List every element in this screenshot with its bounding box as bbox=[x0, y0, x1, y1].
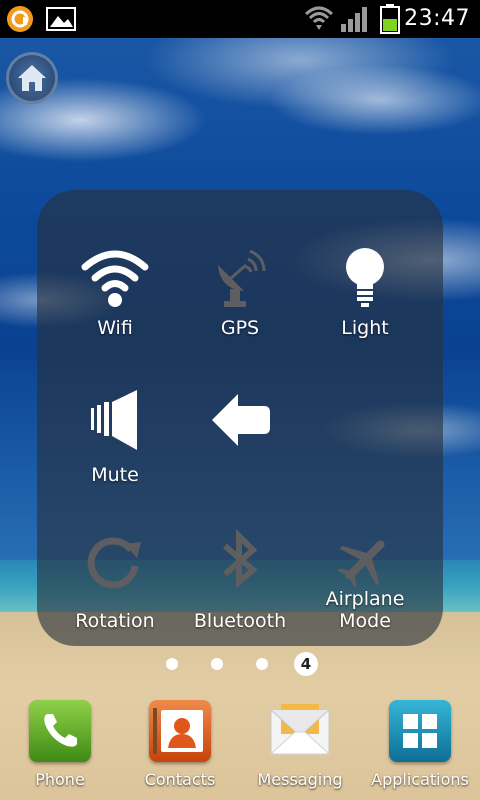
dock-applications-label: Applications bbox=[371, 770, 469, 789]
apps-grid-icon bbox=[389, 700, 451, 762]
dock-messaging[interactable]: Messaging bbox=[250, 700, 350, 789]
dock-applications[interactable]: Applications bbox=[370, 700, 470, 789]
dock-contacts[interactable]: Contacts bbox=[130, 700, 230, 789]
notification-app-icon[interactable] bbox=[6, 5, 34, 37]
airplane-mode-label: Airplane Mode bbox=[325, 588, 405, 632]
quick-settings-panel: Wifi GPS Light Mute Rotation Bluetooth A… bbox=[37, 190, 443, 646]
page-dot-3[interactable] bbox=[256, 658, 268, 670]
status-clock: 23:47 bbox=[404, 6, 470, 31]
wifi-label: Wifi bbox=[97, 317, 133, 339]
rotation-toggle[interactable]: Rotation bbox=[50, 530, 180, 632]
gps-toggle[interactable]: GPS bbox=[175, 245, 305, 339]
phone-icon bbox=[29, 700, 91, 762]
dock-phone-label: Phone bbox=[35, 770, 85, 789]
home-icon bbox=[18, 65, 46, 91]
back-button[interactable] bbox=[175, 388, 305, 452]
current-page-indicator[interactable]: 4 bbox=[294, 652, 318, 676]
rotation-label: Rotation bbox=[75, 610, 155, 632]
page-indicator: 4 bbox=[0, 652, 480, 676]
bluetooth-label: Bluetooth bbox=[193, 610, 287, 632]
page-dot-2[interactable] bbox=[211, 658, 223, 670]
bluetooth-icon bbox=[223, 530, 258, 589]
dock-messaging-label: Messaging bbox=[257, 770, 343, 789]
image-notification-icon[interactable] bbox=[46, 7, 76, 35]
mute-label: Mute bbox=[91, 464, 139, 486]
airplane-icon bbox=[337, 540, 385, 588]
wifi-icon bbox=[81, 250, 149, 307]
lightbulb-icon bbox=[346, 248, 384, 307]
bluetooth-toggle[interactable]: Bluetooth bbox=[175, 530, 305, 632]
airplane-mode-toggle[interactable]: Airplane Mode bbox=[300, 530, 430, 632]
envelope-icon bbox=[269, 700, 331, 762]
back-arrow-icon bbox=[212, 394, 270, 446]
gps-dish-icon bbox=[218, 249, 266, 307]
battery-icon bbox=[380, 4, 400, 38]
page-dot-1[interactable] bbox=[166, 658, 178, 670]
contacts-icon bbox=[149, 700, 211, 762]
signal-icon bbox=[340, 6, 370, 36]
rotation-icon bbox=[87, 537, 141, 589]
light-toggle[interactable]: Light bbox=[300, 245, 430, 339]
mute-toggle[interactable]: Mute bbox=[50, 388, 180, 486]
wifi-toggle[interactable]: Wifi bbox=[50, 245, 180, 339]
home-shortcut-button[interactable] bbox=[6, 52, 58, 104]
speaker-mute-icon bbox=[91, 390, 137, 450]
status-bar: 23:47 bbox=[0, 0, 480, 38]
wifi-icon bbox=[304, 4, 334, 36]
light-label: Light bbox=[341, 317, 389, 339]
dock-contacts-label: Contacts bbox=[144, 770, 216, 789]
dock-phone[interactable]: Phone bbox=[10, 700, 110, 789]
gps-label: GPS bbox=[220, 317, 260, 339]
